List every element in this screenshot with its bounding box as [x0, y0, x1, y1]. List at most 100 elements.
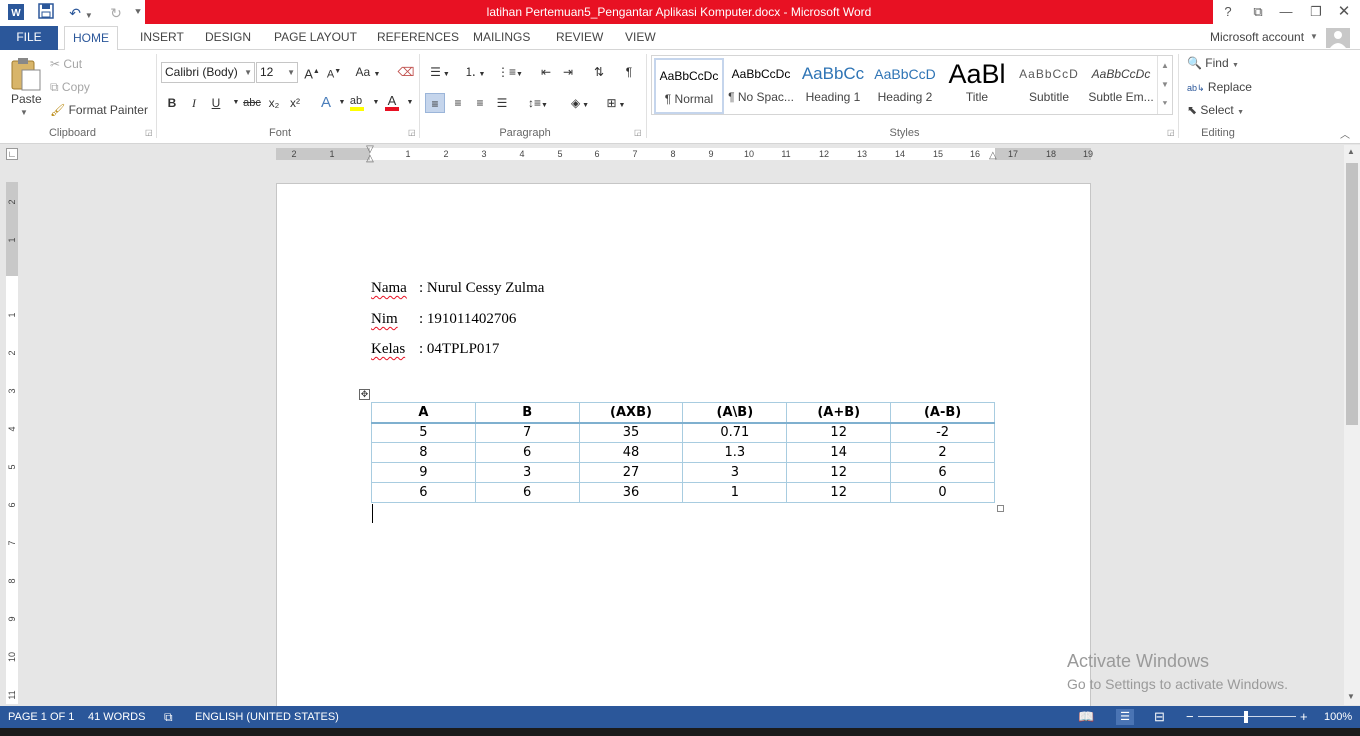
- doc-line-kelas[interactable]: Kelas: 04TPLP017: [371, 341, 499, 358]
- scroll-thumb[interactable]: [1346, 163, 1358, 425]
- undo-icon[interactable]: ↶ ▼: [66, 3, 96, 23]
- table-cell[interactable]: 6: [371, 482, 476, 503]
- read-mode-icon[interactable]: 📖: [1078, 706, 1094, 728]
- table-cell[interactable]: 3: [682, 462, 788, 483]
- increase-indent-icon[interactable]: ⇥: [558, 62, 578, 82]
- cut-button[interactable]: ✂ Cut: [50, 57, 82, 71]
- paste-button[interactable]: Paste: [11, 92, 42, 106]
- avatar[interactable]: [1326, 28, 1350, 48]
- align-center-icon[interactable]: ≡: [448, 93, 468, 113]
- format-painter-button[interactable]: 🖌 Format Painter: [50, 103, 148, 117]
- table-header-cell[interactable]: A: [371, 402, 476, 424]
- table-cell[interactable]: 6: [474, 482, 580, 503]
- table-cell[interactable]: -2: [890, 422, 995, 443]
- styles-scroll[interactable]: ▲ ▼ ⯆: [1157, 56, 1172, 114]
- table-cell[interactable]: 3: [474, 462, 580, 483]
- style-title[interactable]: AaBl Title: [942, 58, 1012, 114]
- collapse-ribbon-icon[interactable]: ︿: [1340, 126, 1350, 141]
- customize-toolbar-icon[interactable]: ⯆: [132, 3, 144, 23]
- font-size-combo[interactable]: 12 ▼: [256, 62, 298, 83]
- bold-button[interactable]: B: [162, 93, 182, 113]
- print-layout-icon[interactable]: ☰: [1116, 709, 1134, 725]
- clipboard-launcher-icon[interactable]: ◲: [145, 128, 153, 137]
- zoom-in-icon[interactable]: +: [1300, 706, 1308, 728]
- minimize-button[interactable]: —: [1272, 0, 1300, 24]
- account-chevron-icon[interactable]: ▼: [1310, 32, 1318, 41]
- proofing-icon[interactable]: ⧉: [164, 706, 173, 728]
- table-header-cell[interactable]: (AXB): [578, 402, 684, 424]
- numbering-icon[interactable]: ⒈ ▼: [460, 62, 490, 82]
- style-subtitle[interactable]: AaBbCcD Subtitle: [1014, 58, 1084, 114]
- table-cell[interactable]: 1.3: [682, 442, 788, 463]
- decrease-indent-icon[interactable]: ⇤: [536, 62, 556, 82]
- styles-launcher-icon[interactable]: ◲: [1167, 128, 1175, 137]
- table-header-cell[interactable]: (A+B): [786, 402, 892, 424]
- indent-marker-icon[interactable]: ▽ △: [364, 145, 376, 164]
- table-header-cell[interactable]: B: [474, 402, 580, 424]
- table-cell[interactable]: 14: [786, 442, 892, 463]
- ribbon-display-options-icon[interactable]: ⧉: [1244, 0, 1272, 24]
- table-cell[interactable]: 6: [890, 462, 995, 483]
- sort-icon[interactable]: ⇅: [589, 62, 609, 82]
- table-cell[interactable]: 35: [578, 422, 684, 443]
- table-cell[interactable]: 2: [890, 442, 995, 463]
- web-layout-icon[interactable]: ⊟: [1154, 706, 1165, 728]
- table-header-cell[interactable]: (A-B): [890, 402, 995, 424]
- help-button[interactable]: ?: [1214, 0, 1242, 24]
- close-button[interactable]: ✕: [1330, 0, 1358, 24]
- align-right-icon[interactable]: ≡: [470, 93, 490, 113]
- tab-mailings[interactable]: MAILINGS: [465, 26, 538, 50]
- style-heading-2[interactable]: AaBbCcD Heading 2: [870, 58, 940, 114]
- show-formatting-marks-icon[interactable]: ¶: [619, 62, 639, 82]
- more-styles-icon[interactable]: ⯆: [1158, 94, 1172, 113]
- tab-page-layout[interactable]: PAGE LAYOUT: [266, 26, 365, 50]
- doc-line-nim[interactable]: Nim: 191011402706: [371, 311, 516, 328]
- justify-icon[interactable]: ☰: [492, 93, 512, 113]
- scroll-up-arrow-icon[interactable]: ▲: [1347, 147, 1355, 156]
- table-cell[interactable]: 27: [578, 462, 684, 483]
- table-cell[interactable]: 5: [371, 422, 476, 443]
- redo-icon[interactable]: ↻: [104, 3, 128, 23]
- paragraph-launcher-icon[interactable]: ◲: [634, 128, 642, 137]
- font-launcher-icon[interactable]: ◲: [408, 128, 416, 137]
- table-cell[interactable]: 8: [371, 442, 476, 463]
- table-cell[interactable]: 0.71: [682, 422, 788, 443]
- table-header-cell[interactable]: (A\B): [682, 402, 788, 424]
- table-cell[interactable]: 12: [786, 422, 892, 443]
- table-cell[interactable]: 0: [890, 482, 995, 503]
- copy-button[interactable]: ⧉ Copy: [50, 80, 90, 95]
- font-name-combo[interactable]: Calibri (Body) ▼: [161, 62, 255, 83]
- scroll-down-arrow-icon[interactable]: ▼: [1347, 692, 1355, 701]
- table-cell[interactable]: 1: [682, 482, 788, 503]
- select-button[interactable]: ⬉ Select ▼: [1187, 103, 1244, 117]
- tab-references[interactable]: REFERENCES: [369, 26, 467, 50]
- superscript-button[interactable]: x²: [285, 93, 305, 113]
- table-resize-handle[interactable]: [997, 505, 1004, 512]
- style-subtle-emphasis[interactable]: AaBbCcDc Subtle Em...: [1086, 58, 1156, 114]
- zoom-slider-thumb[interactable]: [1244, 711, 1248, 723]
- multilevel-list-icon[interactable]: ⋮≡▼: [495, 62, 525, 82]
- paste-icon[interactable]: [8, 56, 44, 92]
- align-left-icon[interactable]: ≡: [425, 93, 445, 113]
- borders-icon[interactable]: ⊞ ▼: [600, 93, 632, 113]
- tab-review[interactable]: REVIEW: [548, 26, 611, 50]
- vertical-scrollbar[interactable]: ▲ ▼: [1344, 145, 1360, 705]
- shading-icon[interactable]: ◈ ▼: [564, 93, 596, 113]
- paste-chevron-icon[interactable]: ▼: [20, 108, 28, 117]
- underline-button[interactable]: U: [206, 93, 226, 113]
- clear-formatting-icon[interactable]: ⌫: [396, 62, 416, 82]
- account-name[interactable]: Microsoft account: [1202, 26, 1312, 50]
- table-cell[interactable]: 12: [786, 482, 892, 503]
- doc-line-nama[interactable]: Nama: Nurul Cessy Zulma: [371, 280, 544, 297]
- zoom-level[interactable]: 100%: [1324, 706, 1352, 728]
- word-count[interactable]: 41 WORDS: [88, 706, 145, 728]
- tab-file[interactable]: FILE: [0, 26, 58, 50]
- zoom-out-icon[interactable]: −: [1186, 706, 1194, 728]
- save-icon[interactable]: [36, 3, 56, 23]
- style-no-spacing[interactable]: AaBbCcDc ¶ No Spac...: [726, 58, 796, 114]
- grow-font-button[interactable]: A▲: [302, 62, 322, 82]
- language[interactable]: ENGLISH (UNITED STATES): [195, 706, 339, 728]
- replace-button[interactable]: ab↳ Replace: [1187, 80, 1252, 94]
- data-table[interactable]: A B (AXB) (A\B) (A+B) (A-B) 5 7 35 0.71 …: [371, 402, 995, 503]
- table-cell[interactable]: 7: [474, 422, 580, 443]
